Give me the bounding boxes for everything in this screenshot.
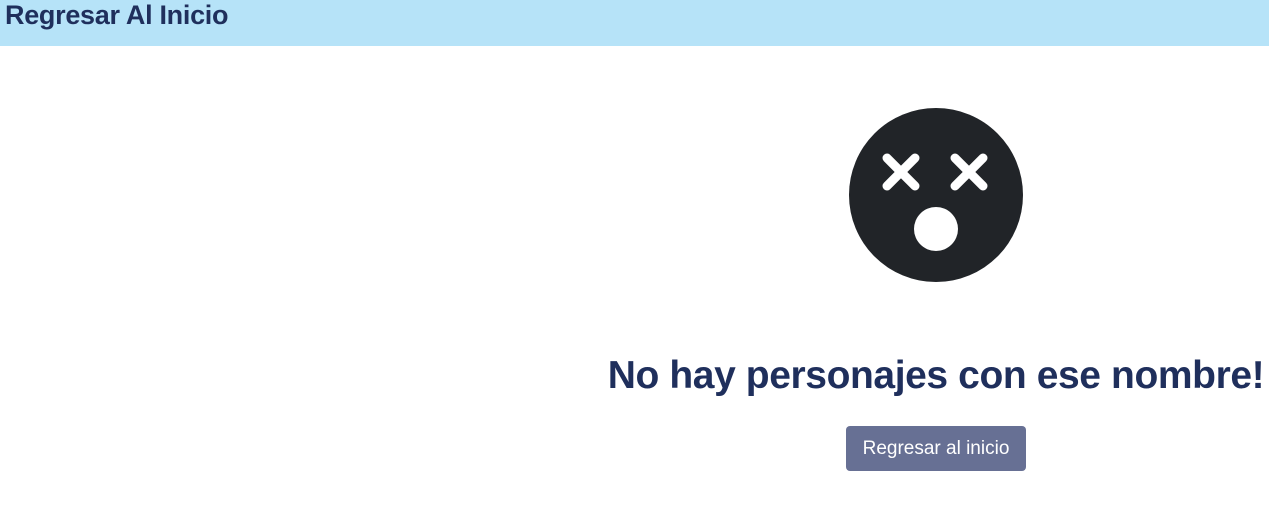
empty-results-message: No hay personajes con ese nombre! [607, 354, 1265, 397]
back-to-home-button[interactable]: Regresar al inicio [846, 426, 1026, 471]
top-navbar: Regresar Al Inicio [0, 0, 1269, 46]
not-found-panel: No hay personajes con ese nombre! Regres… [0, 46, 1269, 520]
home-link[interactable]: Regresar Al Inicio [5, 0, 228, 30]
dizzy-face-icon [849, 108, 1023, 282]
